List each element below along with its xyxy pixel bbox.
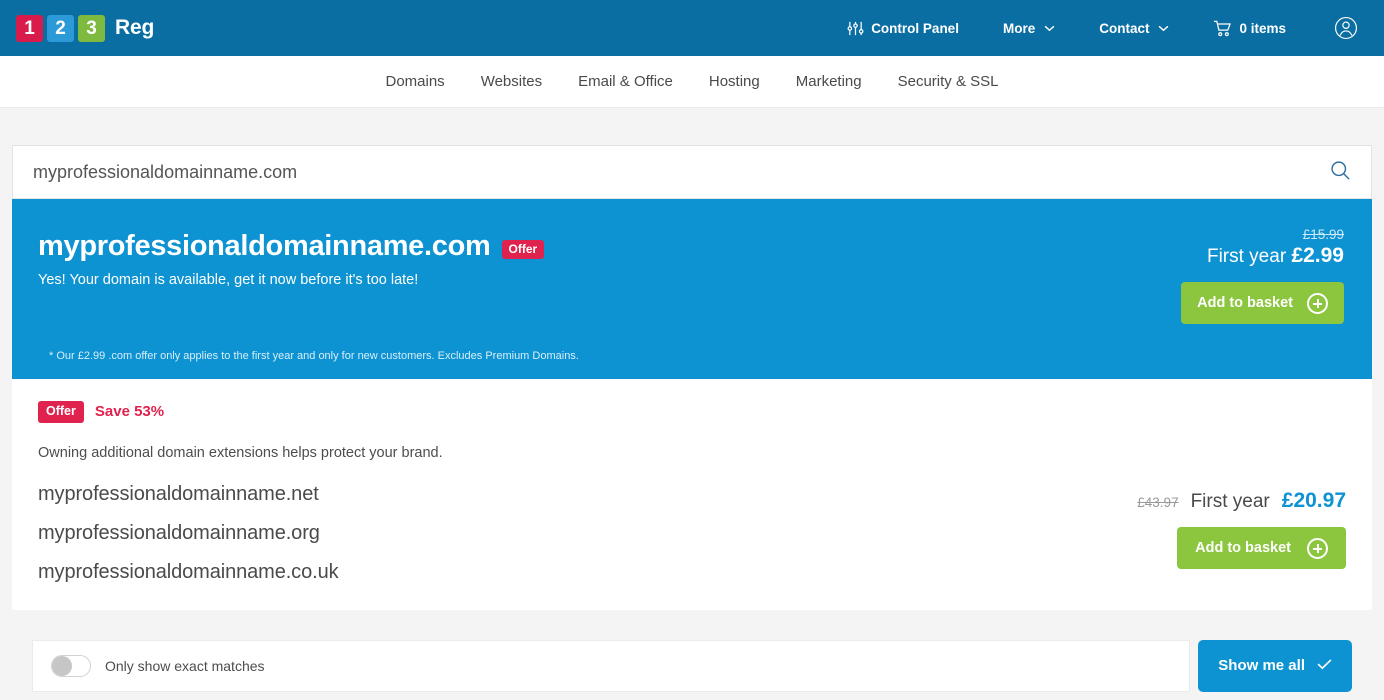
status-badge-offer: Offer	[501, 240, 545, 260]
banner-price-amount: £2.99	[1291, 244, 1344, 267]
bundle-suggestion-card: Offer Save 53% Owning additional domain …	[12, 379, 1372, 610]
control-panel-link[interactable]: Control Panel	[825, 0, 981, 56]
top-utility-bar: 1 2 3 Reg Control Panel More Contact 0 i…	[0, 0, 1384, 56]
bundle-details: Offer Save 53% Owning additional domain …	[38, 401, 1126, 584]
more-menu[interactable]: More	[981, 0, 1077, 56]
chevron-down-icon	[1158, 25, 1169, 32]
plus-circle-icon	[1307, 537, 1328, 559]
logo-tile-1: 1	[16, 14, 43, 42]
bundle-domain-item: myprofessionaldomainname.net	[38, 482, 319, 505]
filter-bar: Only show exact matches	[32, 639, 1191, 692]
banner-domain-block: myprofessionaldomainname.com Offer Yes! …	[38, 225, 1164, 288]
chevron-down-icon	[1044, 25, 1055, 32]
add-to-basket-label: Add to basket	[1197, 295, 1293, 311]
contact-label: Contact	[1099, 20, 1150, 36]
bundle-domain-item: myprofessionaldomainname.org	[38, 521, 320, 544]
bundle-offer-badge: Offer	[38, 401, 84, 423]
top-utility-nav: Control Panel More Contact 0 items	[825, 0, 1358, 56]
bundle-price-amount: £20.97	[1281, 489, 1346, 512]
domain-search-bar	[12, 145, 1372, 199]
nav-item-hosting[interactable]: Hosting	[691, 73, 778, 90]
bundle-domain-item: myprofessionaldomainname.co.uk	[38, 560, 339, 583]
bundle-offer-row: Offer Save 53%	[38, 401, 1126, 423]
logo-wordmark: Reg	[115, 16, 155, 39]
nav-item-security-ssl[interactable]: Security & SSL	[880, 73, 1017, 90]
nav-item-websites[interactable]: Websites	[463, 73, 560, 90]
show-me-all-label: Show me all	[1218, 657, 1305, 674]
basket-count-label: 0 items	[1239, 20, 1286, 36]
add-to-basket-button-bundle[interactable]: Add to basket	[1177, 527, 1346, 569]
bundle-price-prefix: First year	[1190, 491, 1270, 512]
banner-price-prefix: First year	[1206, 246, 1287, 267]
show-me-all-button[interactable]: Show me all	[1198, 639, 1352, 692]
logo-tile-3: 3	[78, 14, 105, 42]
bundle-price-row: £43.97 First year £20.97	[1126, 489, 1346, 513]
cart-icon	[1213, 20, 1232, 37]
offer-disclaimer: * Our £2.99 .com offer only applies to t…	[49, 350, 579, 362]
bundle-description: Owning additional domain extensions help…	[38, 444, 443, 461]
bundle-old-price: £43.97	[1137, 495, 1179, 510]
nav-item-email-office[interactable]: Email & Office	[560, 73, 691, 90]
search-icon	[1330, 160, 1351, 184]
toggle-knob	[52, 655, 72, 676]
site-logo[interactable]: 1 2 3 Reg	[16, 14, 155, 42]
banner-price-block: £15.99 First year £2.99 Add to basket	[1164, 225, 1344, 324]
sliders-icon	[847, 20, 864, 37]
search-result-banner: myprofessionaldomainname.com Offer Yes! …	[12, 199, 1372, 379]
banner-top-row: myprofessionaldomainname.com Offer Yes! …	[38, 225, 1344, 324]
control-panel-label: Control Panel	[871, 20, 959, 36]
page-content: myprofessionaldomainname.com Offer Yes! …	[0, 145, 1384, 610]
nav-item-domains[interactable]: Domains	[368, 73, 463, 90]
main-navigation: Domains Websites Email & Office Hosting …	[0, 56, 1384, 108]
account-button[interactable]	[1308, 0, 1358, 56]
bundle-save-text: Save 53%	[94, 403, 165, 421]
contact-menu[interactable]: Contact	[1077, 0, 1191, 56]
exact-matches-toggle[interactable]	[51, 654, 91, 677]
result-domain-name: myprofessionaldomainname.com	[38, 230, 491, 262]
more-label: More	[1002, 20, 1036, 36]
search-button[interactable]	[1323, 155, 1357, 189]
add-to-basket-label: Add to basket	[1195, 540, 1291, 556]
bottom-filter-area: Only show exact matches Show me all	[0, 639, 1384, 692]
banner-price-row: First year £2.99	[1164, 244, 1344, 268]
exact-matches-label: Only show exact matches	[105, 657, 265, 674]
availability-message: Yes! Your domain is available, get it no…	[38, 271, 419, 288]
check-icon	[1317, 657, 1332, 674]
bundle-price-block: £43.97 First year £20.97 Add to basket	[1126, 401, 1346, 569]
logo-tile-2: 2	[47, 14, 74, 42]
add-to-basket-button-primary[interactable]: Add to basket	[1181, 282, 1344, 324]
banner-old-price: £15.99	[1302, 227, 1344, 242]
search-input[interactable]	[33, 161, 1323, 183]
user-circle-icon	[1334, 16, 1358, 40]
domain-headline: myprofessionaldomainname.com Offer	[38, 230, 1164, 263]
nav-item-marketing[interactable]: Marketing	[778, 73, 880, 90]
plus-circle-icon	[1307, 292, 1328, 314]
basket-link[interactable]: 0 items	[1191, 0, 1308, 56]
